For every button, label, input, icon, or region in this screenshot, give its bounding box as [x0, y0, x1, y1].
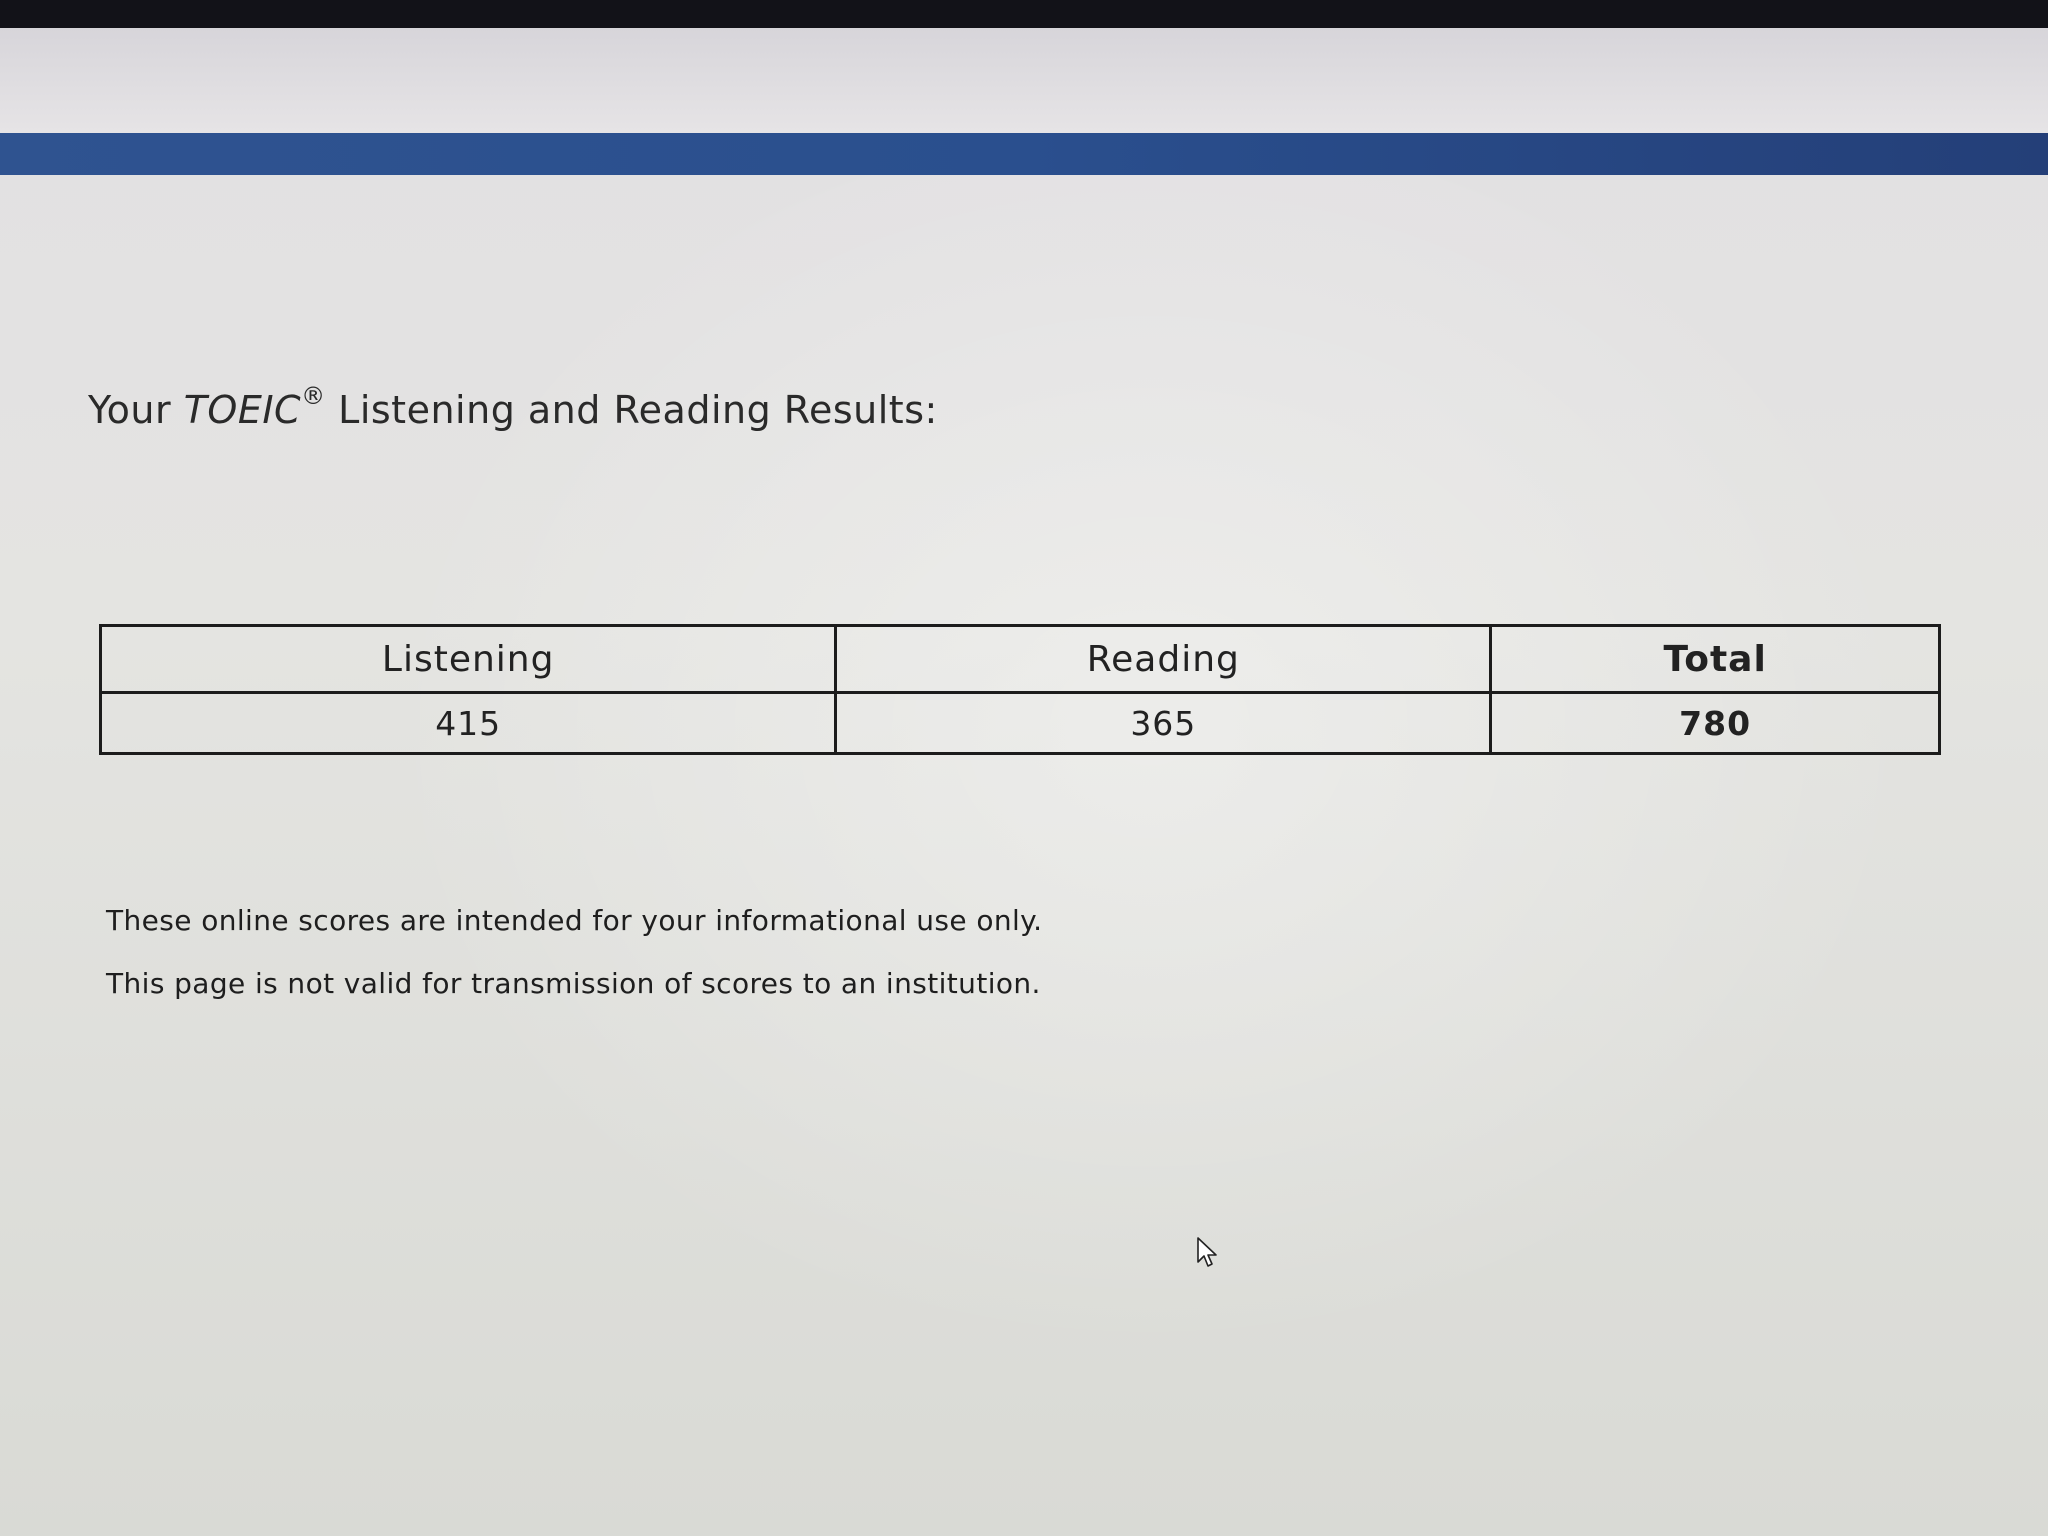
total-header: Total [1489, 624, 1941, 694]
scores-table: Listening Reading Total 415 365 780 [98, 624, 1941, 755]
title-suffix: Listening and Reading Results: [325, 388, 938, 432]
title-brand: TOEIC [183, 388, 302, 432]
page-title: Your TOEIC® Listening and Reading Result… [88, 382, 938, 432]
top-strip [0, 28, 2048, 133]
total-score: 780 [1489, 691, 1941, 755]
browser-page: Your TOEIC® Listening and Reading Result… [0, 28, 2048, 1536]
mouse-pointer-icon [1197, 1237, 1217, 1267]
screen-bezel [0, 0, 2048, 28]
header-band [0, 133, 2048, 175]
informational-use-note: These online scores are intended for you… [106, 904, 1043, 937]
title-prefix: Your [88, 388, 184, 432]
registered-mark: ® [301, 382, 326, 410]
reading-score: 365 [834, 691, 1493, 755]
disclaimer-notes: These online scores are intended for you… [106, 904, 1042, 1030]
listening-score: 415 [98, 691, 838, 755]
table-row: 415 365 780 [98, 691, 1941, 755]
listening-header: Listening [98, 624, 838, 694]
table-header-row: Listening Reading Total [98, 624, 1941, 694]
not-valid-note: This page is not valid for transmission … [106, 967, 1041, 1000]
reading-header: Reading [834, 624, 1493, 694]
